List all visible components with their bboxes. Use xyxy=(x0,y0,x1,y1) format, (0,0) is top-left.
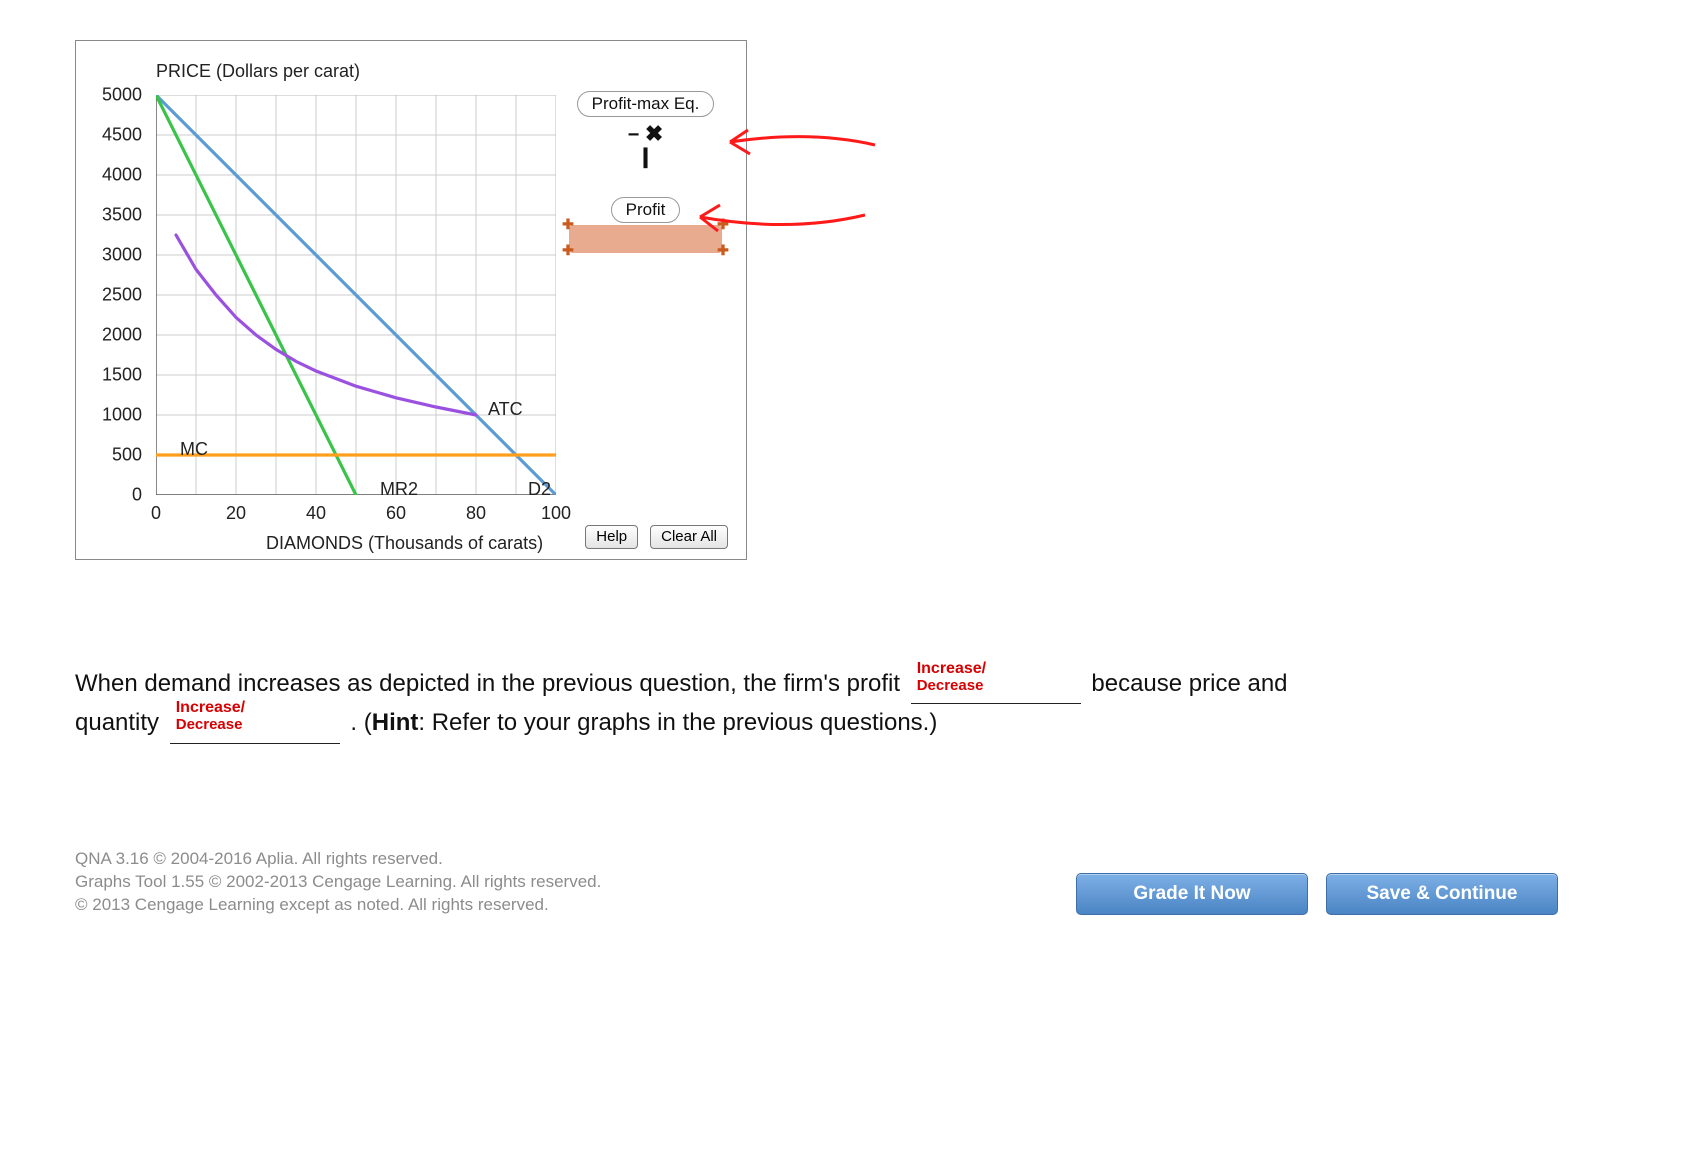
curve-label-mc: MC xyxy=(180,439,208,460)
plot-area[interactable]: MCMR2D2ATC xyxy=(156,95,556,495)
graph-tools: Profit-max Eq. − ✖❙ Profit ✚ ✚ ✚ ✚ xyxy=(563,91,728,253)
y-tick: 3000 xyxy=(102,245,142,266)
blank-annotation: Increase/ Decrease xyxy=(917,661,986,694)
copyright-line: © 2013 Cengage Learning except as noted.… xyxy=(75,894,601,917)
clear-all-button[interactable]: Clear All xyxy=(650,525,728,549)
save-continue-button[interactable]: Save & Continue xyxy=(1326,873,1558,915)
copyright-line: QNA 3.16 © 2004-2016 Aplia. All rights r… xyxy=(75,848,601,871)
curve-label-mr2: MR2 xyxy=(380,479,418,500)
help-button[interactable]: Help xyxy=(585,525,638,549)
copyright-block: QNA 3.16 © 2004-2016 Aplia. All rights r… xyxy=(75,848,601,917)
blank-annotation: Increase/ Decrease xyxy=(176,700,245,733)
question-text: When demand increases as depicted in the… xyxy=(75,665,1378,744)
y-axis-title: PRICE (Dollars per carat) xyxy=(156,61,360,82)
y-tick: 4500 xyxy=(102,125,142,146)
hint-text: : Refer to your graphs in the previous q… xyxy=(418,709,937,736)
x-tick: 20 xyxy=(226,503,246,524)
y-tick: 1000 xyxy=(102,405,142,426)
x-tick: 60 xyxy=(386,503,406,524)
y-tick: 500 xyxy=(112,445,142,466)
y-tick: 2500 xyxy=(102,285,142,306)
graph-button-row: Help Clear All xyxy=(585,525,728,549)
profit-max-tool[interactable]: Profit-max Eq. − ✖❙ xyxy=(563,91,728,167)
x-axis-title: DIAMONDS (Thousands of carats) xyxy=(266,533,543,554)
y-axis-ticks: 0500100015002000250030003500400045005000 xyxy=(76,95,150,495)
hint-label: Hint xyxy=(372,709,419,736)
profit-max-label-pill: Profit-max Eq. xyxy=(577,91,715,117)
y-tick: 1500 xyxy=(102,365,142,386)
profit-swatch-icon: ✚ ✚ ✚ ✚ xyxy=(563,219,728,253)
graph-panel: PRICE (Dollars per carat) 05001000150020… xyxy=(75,40,747,560)
x-tick: 100 xyxy=(541,503,571,524)
curve-label-atc: ATC xyxy=(488,399,523,420)
curves xyxy=(156,95,556,495)
question-part: . ( xyxy=(350,709,371,736)
x-axis-ticks: 020406080100 xyxy=(156,503,556,527)
y-tick: 3500 xyxy=(102,205,142,226)
y-tick: 5000 xyxy=(102,85,142,106)
y-tick: 4000 xyxy=(102,165,142,186)
y-tick: 0 xyxy=(132,485,142,506)
answer-blank-1[interactable]: Increase/ Decrease xyxy=(911,665,1081,704)
profit-label-pill: Profit xyxy=(611,197,681,223)
x-tick: 0 xyxy=(151,503,161,524)
x-tick: 80 xyxy=(466,503,486,524)
y-tick: 2000 xyxy=(102,325,142,346)
profit-area-tool[interactable]: Profit ✚ ✚ ✚ ✚ xyxy=(563,197,728,253)
grade-it-now-button[interactable]: Grade It Now xyxy=(1076,873,1308,915)
answer-blank-2[interactable]: Increase/ Decrease xyxy=(170,704,340,743)
copyright-line: Graphs Tool 1.55 © 2002-2013 Cengage Lea… xyxy=(75,871,601,894)
curve-label-d2: D2 xyxy=(528,479,551,500)
question-part: When demand increases as depicted in the… xyxy=(75,670,907,697)
x-tick: 40 xyxy=(306,503,326,524)
profit-max-marker-icon: − ✖❙ xyxy=(563,123,728,167)
